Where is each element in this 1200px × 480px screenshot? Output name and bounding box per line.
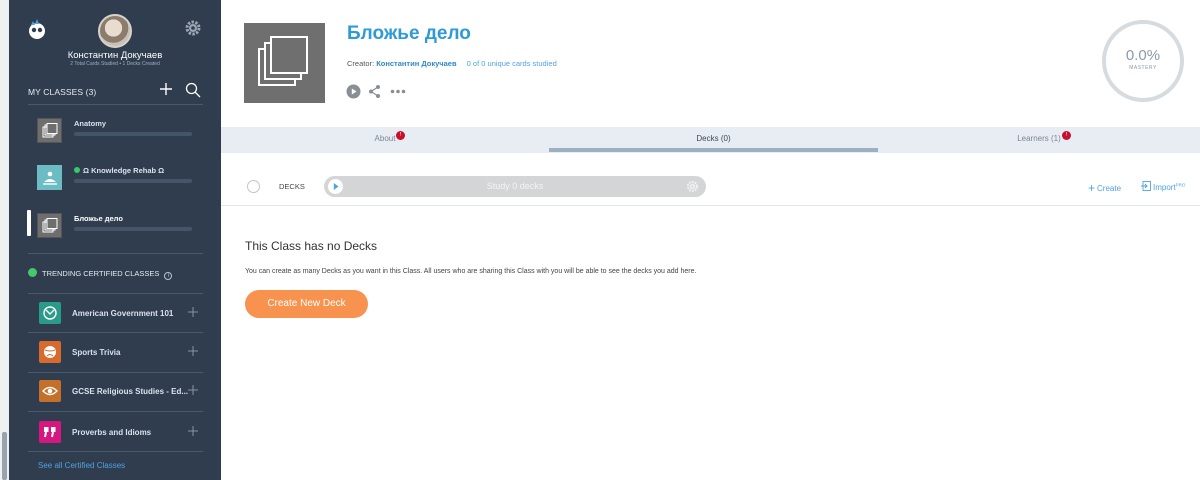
add-class-plus-icon[interactable]: [188, 346, 198, 356]
brainscape-logo-icon[interactable]: [27, 18, 47, 40]
scrollbar-thumb[interactable]: [2, 432, 7, 480]
see-all-certified-link[interactable]: See all Certified Classes: [38, 461, 125, 470]
meditation-icon: [37, 165, 62, 190]
sidebar-class-active[interactable]: Бложье дело: [9, 210, 221, 247]
deck-stack-icon: [37, 213, 62, 238]
unique-cards-studied: 0 of 0 unique cards studied: [466, 59, 557, 68]
mastery-gauge: 0.0% MASTERY: [1102, 20, 1184, 102]
app-root: Константин Докучаев 2 Total Cards Studie…: [0, 0, 1200, 480]
sidebar-divider: [28, 104, 203, 105]
trending-label: TRENDING CERTIFIED CLASSES: [42, 269, 160, 278]
mastery-value: 0.0%: [1125, 47, 1161, 64]
more-options-icon[interactable]: [390, 89, 406, 94]
info-icon[interactable]: i: [164, 272, 173, 280]
empty-state-title: This Class has no Decks: [245, 239, 378, 253]
sidebar-divider: [28, 293, 203, 294]
add-class-plus-icon[interactable]: [188, 307, 198, 317]
trending-heading: TRENDING CERTIFIED CLASSES i: [28, 268, 173, 280]
tab-label: Decks (0): [696, 134, 731, 143]
active-indicator: [27, 210, 31, 236]
certified-class-item[interactable]: Sports Trivia: [9, 341, 221, 365]
sidebar: Константин Докучаев 2 Total Cards Studie…: [9, 0, 221, 480]
select-all-decks-checkbox[interactable]: [247, 180, 260, 193]
user-name[interactable]: Константин Докучаев: [9, 50, 221, 61]
sidebar-divider: [28, 332, 203, 333]
study-settings-gear-icon[interactable]: [686, 180, 699, 193]
sidebar-class-knowledge-rehab[interactable]: Ω Knowledge Rehab Ω: [9, 165, 221, 199]
tab-about[interactable]: About: [221, 127, 549, 153]
certified-class-name: GCSE Religious Studies - Ed...: [72, 387, 189, 396]
empty-state-description: You can create as many Decks as you want…: [245, 268, 697, 275]
tab-learners[interactable]: Learners (1): [878, 127, 1200, 153]
search-icon[interactable]: [185, 82, 201, 98]
creator-line: Creator: Константин Докучаев 0 of 0 uniq…: [347, 59, 557, 68]
certified-class-name: Proverbs and Idioms: [72, 428, 152, 437]
user-stats: 2 Total Cards Studied • 1 Decks Created: [70, 61, 160, 67]
certified-class-item[interactable]: Proverbs and Idioms: [9, 421, 221, 445]
left-scroll-strip: [0, 0, 9, 480]
ball-icon: [39, 341, 61, 363]
class-name: Бложье дело: [74, 214, 123, 223]
avatar[interactable]: [98, 14, 132, 48]
sidebar-divider: [28, 451, 203, 452]
quote-icon: [39, 421, 61, 443]
import-label: Import: [1153, 183, 1176, 192]
certified-class-item[interactable]: GCSE Religious Studies - Ed...: [9, 380, 221, 404]
class-progress-bar: [74, 227, 192, 231]
decks-label: DECKS: [279, 182, 305, 191]
tab-label: About: [374, 134, 396, 143]
study-label: Study 0 decks: [486, 181, 544, 191]
class-progress-bar: [74, 179, 192, 183]
active-tab-underline: [549, 148, 878, 152]
notification-badge: !: [396, 131, 405, 140]
create-new-deck-button[interactable]: Create New Deck: [245, 290, 368, 318]
import-icon: [1141, 181, 1151, 191]
government-icon: [39, 302, 61, 324]
class-name: Anatomy: [74, 119, 107, 128]
creator-label: Creator:: [347, 59, 375, 68]
sidebar-divider: [28, 253, 203, 254]
study-decks-button[interactable]: Study 0 decks: [324, 176, 706, 197]
tab-label: Learners (1): [1017, 134, 1061, 143]
sidebar-divider: [28, 411, 203, 412]
certified-class-name: American Government 101: [72, 309, 174, 318]
pro-badge: PRO: [1175, 182, 1186, 188]
create-label: Create: [1097, 184, 1122, 193]
my-classes-heading: MY CLASSES (3): [28, 87, 97, 97]
plus-icon: +: [1088, 181, 1096, 195]
class-image[interactable]: [244, 23, 325, 103]
play-icon[interactable]: [346, 84, 361, 99]
class-progress-bar: [74, 132, 192, 136]
creator-name-link[interactable]: Константин Докучаев: [376, 59, 456, 68]
certified-class-name: Sports Trivia: [72, 348, 121, 357]
create-deck-link[interactable]: + Create: [1088, 181, 1121, 195]
mastery-label: MASTERY: [1129, 65, 1157, 71]
certified-class-item[interactable]: American Government 101: [9, 302, 221, 326]
class-name: Ω Knowledge Rehab Ω: [83, 166, 165, 175]
content-divider: [221, 205, 1200, 206]
add-class-plus-icon[interactable]: [188, 385, 198, 395]
online-dot: [74, 167, 80, 173]
certified-check-icon: [28, 268, 37, 277]
eye-icon: [39, 380, 61, 402]
share-icon[interactable]: [368, 84, 381, 99]
gear-icon[interactable]: [184, 19, 202, 37]
notification-badge: !: [1062, 131, 1071, 140]
page-title: Бложье дело: [347, 23, 471, 44]
deck-stack-icon: [37, 118, 62, 143]
import-deck-link[interactable]: ImportPRO: [1141, 181, 1185, 192]
class-name-row: Ω Knowledge Rehab Ω: [74, 166, 164, 175]
add-class-plus-icon[interactable]: [188, 426, 198, 436]
add-class-icon[interactable]: [159, 82, 173, 96]
sidebar-divider: [28, 372, 203, 373]
sidebar-class-anatomy[interactable]: Anatomy: [9, 118, 221, 152]
